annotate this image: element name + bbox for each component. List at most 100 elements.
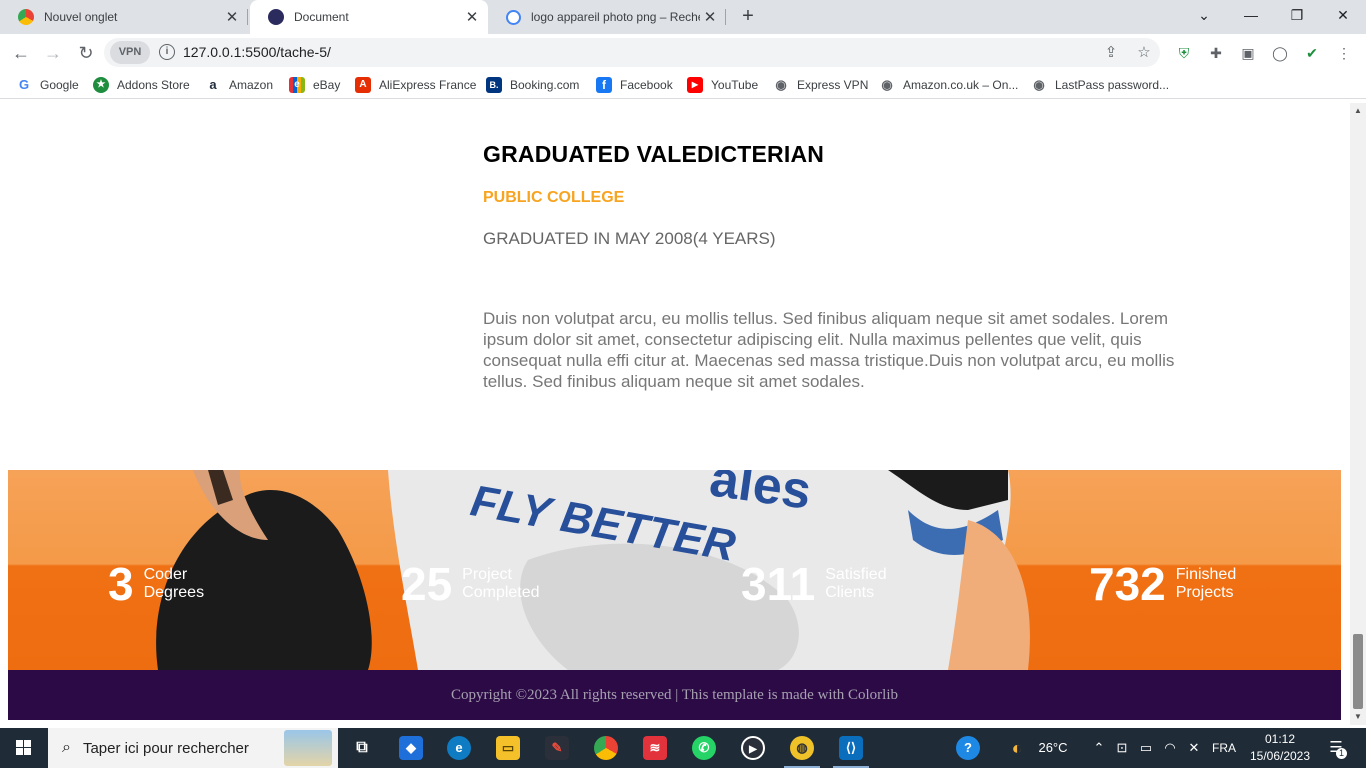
taskbar-search-box[interactable]: ⌕ Taper ici pour rechercher (48, 728, 338, 768)
volume-muted-icon[interactable]: ✕ (1184, 728, 1204, 768)
page-scrollbar[interactable]: ▲ ▼ (1350, 103, 1366, 725)
reload-icon[interactable]: ↻ (73, 40, 99, 66)
counter-number: 732 (1089, 558, 1166, 610)
help-icon[interactable]: ? (956, 736, 980, 760)
bookmark-google[interactable]: G Google (16, 76, 79, 94)
counter-number: 3 (108, 558, 134, 610)
whatsapp-icon[interactable]: ✆ (692, 736, 716, 760)
task-view-icon[interactable]: ⧉ (350, 736, 374, 760)
tab-document[interactable]: Document ✕ (250, 0, 488, 34)
scroll-down-icon[interactable]: ▼ (1350, 709, 1366, 725)
bookmark-ebay[interactable]: e eBay (289, 76, 340, 94)
weather-temperature[interactable]: 26°C (1033, 728, 1073, 768)
side-panel-icon[interactable]: ▣ (1238, 43, 1258, 63)
notification-center-icon[interactable]: ☰ 1 (1322, 728, 1350, 768)
forward-icon[interactable]: → (40, 40, 66, 66)
clock-time: 01:12 (1264, 732, 1296, 746)
bookmark-label: Google (40, 78, 79, 92)
start-button[interactable] (0, 728, 48, 768)
bookmark-lastpass[interactable]: ◉ LastPass password... (1031, 76, 1169, 94)
bookmark-label: AliExpress France (379, 78, 477, 92)
menu-kebab-icon[interactable]: ⋮ (1334, 43, 1354, 63)
weather-icon[interactable]: ◐ (1003, 728, 1031, 768)
tab-title: Nouvel onglet (44, 10, 118, 24)
app-icon[interactable]: ≋ (643, 736, 667, 760)
vscode-icon[interactable]: ⟨⟩ (839, 736, 863, 760)
share-icon[interactable]: ⇪ (1101, 43, 1121, 63)
security-check-icon[interactable]: ✔ (1302, 43, 1322, 63)
bookmark-amazon-uk[interactable]: ◉ Amazon.co.uk – On... (879, 76, 1018, 94)
extension-shield-icon[interactable]: ⛨ (1174, 43, 1194, 63)
bookmark-label: Facebook (620, 78, 673, 92)
dropbox-icon[interactable]: ◆ (399, 736, 423, 760)
page-footer: Copyright ©2023 All rights reserved | Th… (8, 670, 1341, 720)
url-text[interactable]: 127.0.0.1:5500/tache-5/ (183, 44, 331, 60)
address-bar[interactable]: VPN i 127.0.0.1:5500/tache-5/ ⇪ ☆ (104, 38, 1160, 67)
bookmark-youtube[interactable]: ▶ YouTube (687, 76, 758, 94)
counter-finished-projects: 732 Finished Projects (1089, 558, 1266, 610)
search-icon: ⌕ (62, 739, 71, 756)
bookmark-star-icon[interactable]: ☆ (1134, 43, 1154, 63)
youtube-icon: ▶ (687, 77, 703, 93)
bookmark-booking[interactable]: B. Booking.com (486, 76, 579, 94)
bookmark-label: Booking.com (510, 78, 580, 92)
language-indicator[interactable]: FRA (1208, 728, 1240, 768)
globe-icon (268, 9, 284, 25)
tray-device-icon[interactable]: ⊡ (1112, 728, 1132, 768)
tray-chevron-icon[interactable]: ⌃ (1090, 728, 1108, 768)
paint-tool-icon[interactable]: ✎ (545, 736, 569, 760)
bookmark-label: Addons Store (117, 78, 190, 92)
tab-search-chevron-icon[interactable]: ⌄ (1181, 0, 1227, 30)
counter-coder-degrees: 3 Coder Degrees (108, 558, 234, 610)
battery-icon[interactable]: ▭ (1136, 728, 1156, 768)
school-name: PUBLIC COLLEGE (483, 189, 625, 206)
counter-section: ales FLY BETTER 3 Coder Degrees 25 Proje… (8, 470, 1341, 670)
bookmark-addons-store[interactable]: ★ Addons Store (93, 76, 190, 94)
booking-icon: B. (486, 77, 502, 93)
bookmark-express-vpn[interactable]: ◉ Express VPN (773, 76, 868, 94)
windows-taskbar: ⌕ Taper ici pour rechercher ⧉ ◆ e ▭ ✎ ≋ … (0, 728, 1366, 768)
ebay-icon: e (289, 77, 305, 93)
search-highlight-illustration (284, 730, 332, 766)
wifi-icon[interactable]: ◠ (1160, 728, 1180, 768)
globe-icon: ◉ (1031, 77, 1047, 93)
aliexpress-icon: A (355, 77, 371, 93)
scroll-up-icon[interactable]: ▲ (1350, 103, 1366, 119)
new-tab-button[interactable]: + (736, 5, 760, 29)
extensions-puzzle-icon[interactable]: ✚ (1206, 43, 1226, 63)
site-info-icon[interactable]: i (159, 44, 175, 60)
restore-icon[interactable]: ❐ (1274, 0, 1320, 30)
file-explorer-icon[interactable]: ▭ (496, 736, 520, 760)
counter-label: Project Completed (462, 566, 540, 601)
back-icon[interactable]: ← (8, 40, 34, 66)
scrollbar-thumb[interactable] (1353, 634, 1363, 709)
close-tab-icon[interactable]: ✕ (462, 8, 482, 26)
bookmark-facebook[interactable]: f Facebook (596, 76, 673, 94)
counter-projects-completed: 25 Project Completed (401, 558, 552, 610)
profile-icon[interactable]: ◯ (1270, 43, 1290, 63)
tab-new-tab[interactable]: Nouvel onglet ✕ (0, 0, 248, 34)
minimize-icon[interactable]: — (1228, 0, 1274, 30)
bookmark-amazon[interactable]: a Amazon (205, 76, 273, 94)
close-tab-icon[interactable]: ✕ (222, 8, 242, 26)
edge-icon[interactable]: e (447, 736, 471, 760)
education-description: Duis non volutpat arcu, eu mollis tellus… (483, 309, 1175, 391)
addons-store-icon: ★ (93, 77, 109, 93)
close-tab-icon[interactable]: ✕ (700, 8, 720, 26)
system-clock[interactable]: 01:12 15/06/2023 (1248, 731, 1312, 765)
close-window-icon[interactable]: ✕ (1320, 0, 1366, 30)
browser-vpn-icon[interactable]: ◍ (790, 736, 814, 760)
bookmarks-bar: G Google ★ Addons Store a Amazon e eBay … (0, 71, 1366, 99)
media-player-icon[interactable]: ▶ (741, 736, 765, 760)
bookmark-label: Express VPN (797, 78, 869, 92)
notification-count: 1 (1336, 748, 1347, 759)
google-icon (506, 9, 521, 25)
tab-title: logo appareil photo png – Reche (531, 10, 700, 24)
windows-logo-icon (16, 740, 31, 755)
vpn-badge[interactable]: VPN (110, 41, 150, 64)
degree-title: GRADUATED VALEDICTERIAN (483, 141, 825, 167)
chrome-icon (18, 9, 34, 25)
tab-google-search[interactable]: logo appareil photo png – Reche ✕ (488, 0, 726, 34)
chrome-icon[interactable] (594, 736, 618, 760)
bookmark-aliexpress[interactable]: A AliExpress France (355, 76, 476, 94)
